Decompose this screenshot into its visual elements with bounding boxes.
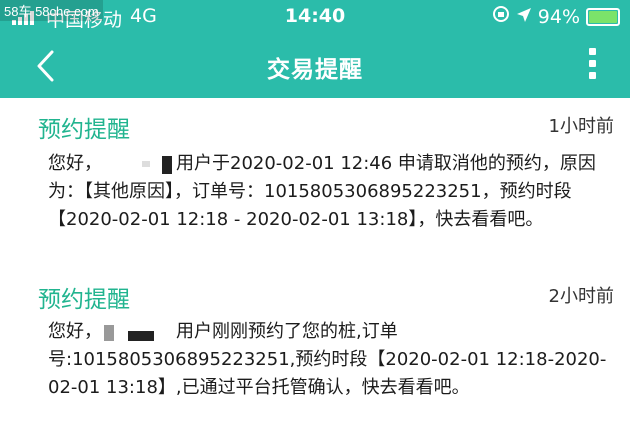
redacted-username [102,323,176,341]
message-greeting: 您好， [48,321,102,342]
rotation-lock-icon [492,5,510,28]
message-time: 2小时前 [548,286,614,307]
battery-icon [586,7,620,26]
more-dot-icon [588,48,596,55]
redacted-username [102,155,176,174]
status-right: 94% [492,5,620,28]
battery-fill [589,10,618,23]
more-dot-icon [588,72,596,79]
message-greeting: 您好， [48,153,102,174]
location-icon [516,6,532,28]
message-title: 预约提醒 [38,287,130,313]
message-body: 您好， 用户刚刚预约了您的桩,订单号:1015805306895223251,预约… [48,318,614,402]
watermark: 58车 58che.com [0,0,103,21]
nav-bar: 交易提醒 [0,36,630,96]
message-title: 预约提醒 [38,117,130,143]
page-title: 交易提醒 [267,57,363,83]
more-dot-icon [588,60,596,67]
battery-percent: 94% [537,5,580,28]
message-time: 1小时前 [548,116,614,137]
message-body: 您好， 用户于2020-02-01 12:46 申请取消他的预约，原因为：【其他原… [48,150,614,234]
more-menu-button[interactable] [582,44,602,88]
